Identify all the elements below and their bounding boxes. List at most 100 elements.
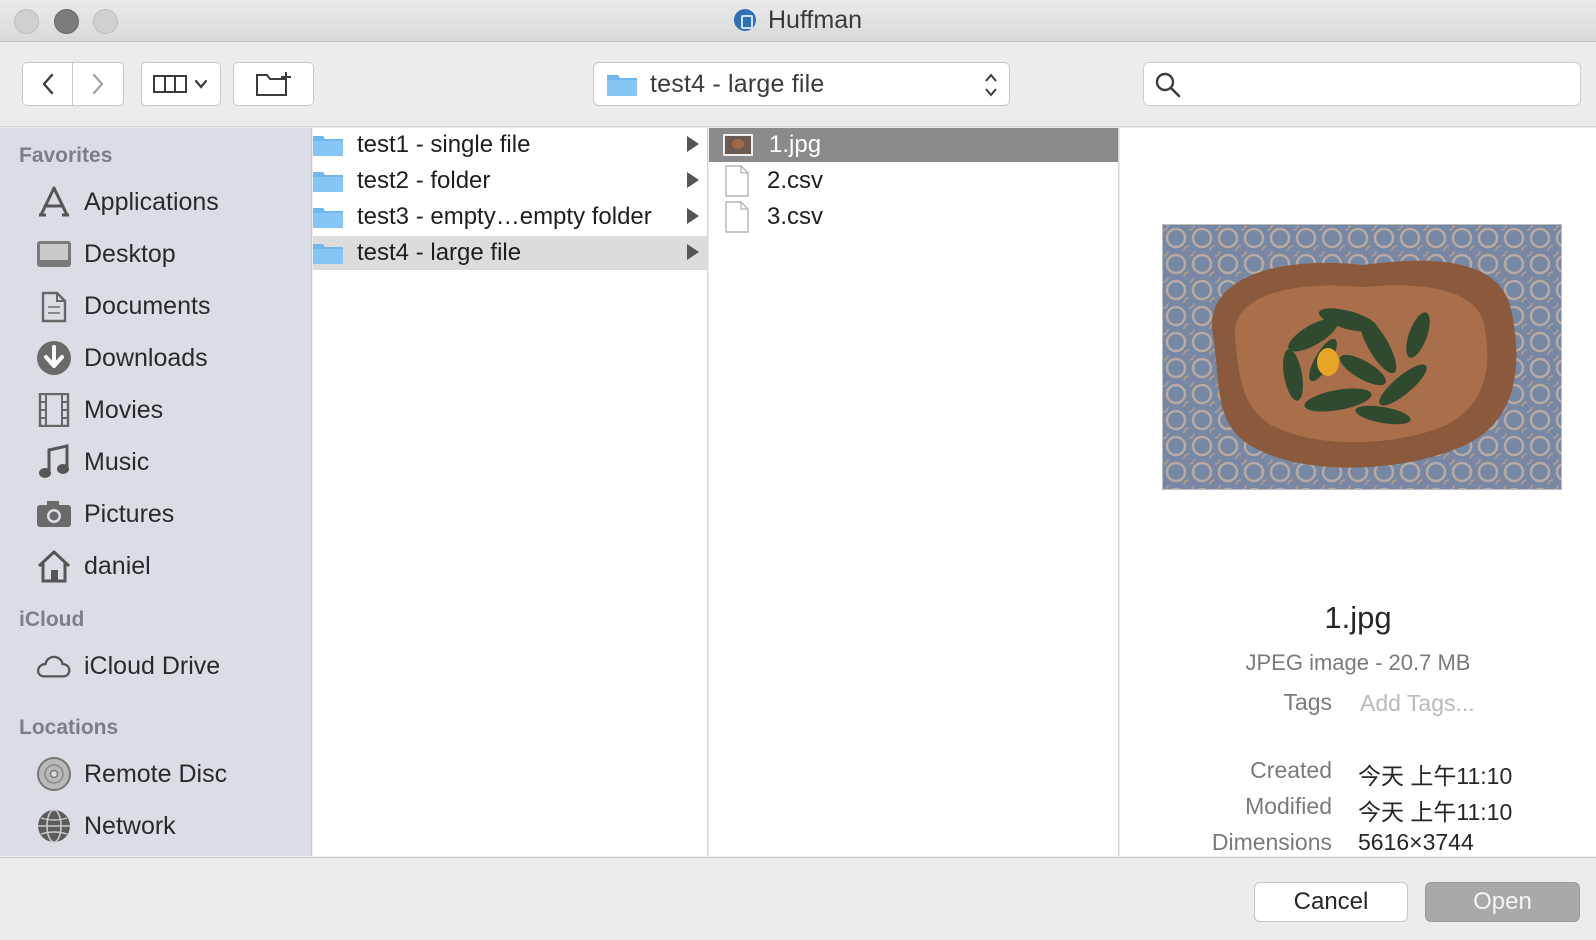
dialog-footer: Cancel Open: [0, 857, 1596, 940]
document-icon: [725, 165, 749, 197]
sidebar-header-locations: Locations: [19, 716, 119, 739]
path-popup-label: test4 - large file: [650, 69, 825, 98]
applications-icon: [36, 184, 72, 220]
sidebar-item-label: Pictures: [84, 499, 175, 528]
disclosure-arrow-icon: [687, 136, 699, 152]
dimensions-label: Dimensions: [1211, 829, 1332, 855]
list-item[interactable]: test1 - single file: [313, 128, 707, 162]
created-value: 今天 上午11:10: [1358, 763, 1513, 789]
sidebar-item-downloads[interactable]: Downloads: [36, 338, 208, 378]
title-bar: Huffman: [0, 0, 1596, 42]
tags-label: Tags: [1283, 689, 1332, 715]
chevron-right-icon: [92, 73, 104, 95]
sidebar-item-label: Movies: [84, 395, 164, 424]
sidebar-item-daniel[interactable]: daniel: [36, 546, 151, 586]
sidebar-item-music[interactable]: Music: [36, 442, 149, 482]
sidebar-header-favorites: Favorites: [19, 144, 113, 167]
cloud-icon: [36, 648, 72, 684]
folder-name: test1 - single file: [357, 131, 531, 158]
sidebar-item-label: Downloads: [84, 343, 208, 372]
folder-icon: [313, 136, 343, 156]
forward-button[interactable]: [73, 62, 124, 106]
folder-name: test2 - folder: [357, 167, 491, 194]
window-title-area: Huffman: [0, 6, 1596, 35]
sidebar-item-label: Applications: [84, 187, 219, 216]
new-folder-button[interactable]: [233, 62, 314, 106]
list-item-selected[interactable]: 1.jpg: [709, 128, 1118, 162]
folder-icon: [313, 172, 343, 192]
network-icon: [36, 808, 72, 844]
list-item[interactable]: test3 - empty…empty folder: [313, 200, 707, 234]
list-item-selected[interactable]: test4 - large file: [313, 236, 707, 270]
open-file-dialog: Huffman test4 - large file Favorites App…: [0, 0, 1596, 940]
preview-kind-size: JPEG image - 20.7 MB: [1245, 650, 1471, 675]
sidebar-item-label: iCloud Drive: [84, 651, 221, 680]
navigation-buttons: [22, 62, 125, 106]
disclosure-arrow-icon: [687, 244, 699, 260]
list-item[interactable]: 3.csv: [709, 200, 1118, 234]
created-label: Created: [1250, 757, 1332, 783]
sidebar-item-icloud-drive[interactable]: iCloud Drive: [36, 646, 220, 686]
sidebar-item-label: Network: [84, 811, 176, 840]
list-item[interactable]: 2.csv: [709, 164, 1118, 198]
sidebar-item-label: Desktop: [84, 239, 176, 268]
file-name: 1.jpg: [769, 131, 822, 158]
sidebar-item-desktop[interactable]: Desktop: [36, 234, 176, 274]
sidebar-item-label: Remote Disc: [84, 759, 228, 788]
disc-icon: [36, 756, 72, 792]
folder-name: test4 - large file: [357, 239, 522, 266]
desktop-icon: [36, 236, 72, 272]
chevron-down-icon: [194, 79, 208, 89]
back-button[interactable]: [22, 62, 73, 106]
sidebar-item-label: daniel: [84, 551, 151, 580]
search-icon: [1155, 72, 1181, 98]
disclosure-arrow-icon: [687, 172, 699, 188]
new-folder-icon: [255, 72, 291, 96]
modified-value: 今天 上午11:10: [1358, 799, 1513, 825]
home-icon: [36, 548, 72, 584]
open-button[interactable]: Open: [1425, 882, 1580, 922]
sidebar-item-remote-disc[interactable]: Remote Disc: [36, 754, 227, 794]
cancel-button[interactable]: Cancel: [1254, 882, 1408, 922]
sidebar-header-icloud: iCloud: [19, 608, 85, 631]
sidebar-item-movies[interactable]: Movies: [36, 390, 163, 430]
preview-pane: 1.jpg JPEG image - 20.7 MB Tags Add Tags…: [1120, 128, 1596, 856]
folder-icon: [313, 208, 343, 228]
window-title: Huffman: [767, 6, 863, 34]
browser-column-files: 1.jpg 2.csv 3.csv: [709, 128, 1119, 856]
document-icon: [725, 201, 749, 233]
browser-column-folders: test1 - single file test2 - folder test3…: [313, 128, 708, 856]
tags-field[interactable]: Add Tags...: [1360, 690, 1475, 717]
sidebar-item-pictures[interactable]: Pictures: [36, 494, 174, 534]
documents-icon: [36, 288, 72, 324]
up-down-arrows-icon: [985, 73, 997, 97]
list-item[interactable]: test2 - folder: [313, 164, 707, 198]
preview-file-name: 1.jpg: [1324, 600, 1392, 635]
sidebar-item-documents[interactable]: Documents: [36, 286, 210, 326]
toolbar: test4 - large file: [0, 43, 1596, 127]
folder-icon: [313, 244, 343, 264]
path-popup-menu[interactable]: test4 - large file: [593, 62, 1010, 106]
chevron-left-icon: [42, 73, 53, 95]
downloads-icon: [36, 340, 72, 376]
pictures-icon: [36, 496, 72, 532]
view-mode-button[interactable]: [141, 62, 221, 106]
movies-icon: [36, 392, 72, 428]
sidebar-item-network[interactable]: Network: [36, 806, 176, 846]
app-icon: [733, 9, 756, 31]
folder-name: test3 - empty…empty folder: [357, 203, 652, 230]
modified-label: Modified: [1245, 793, 1332, 819]
folder-icon: [607, 75, 637, 96]
sidebar: Favorites Applications Desktop Documents…: [0, 128, 312, 856]
sidebar-item-applications[interactable]: Applications: [36, 182, 219, 222]
image-preview: [1162, 224, 1562, 490]
sidebar-item-label: Documents: [84, 291, 211, 320]
file-name: 3.csv: [767, 203, 824, 230]
search-field[interactable]: [1143, 62, 1581, 106]
dimensions-value: 5616×3744: [1358, 829, 1474, 855]
sidebar-item-label: Music: [84, 447, 150, 476]
file-name: 2.csv: [767, 167, 824, 194]
column-view-icon: [153, 75, 187, 93]
disclosure-arrow-icon: [687, 208, 699, 224]
music-icon: [36, 444, 72, 480]
